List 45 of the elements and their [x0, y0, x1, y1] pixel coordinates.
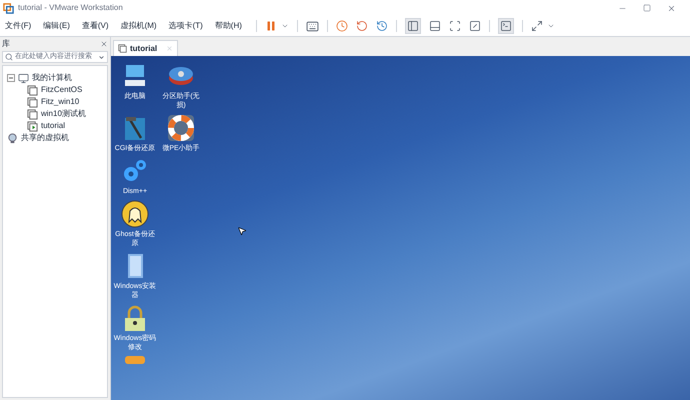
menu-item[interactable]: 帮助(H) [214, 20, 242, 32]
caret-icon[interactable] [546, 22, 555, 30]
search-icon [5, 53, 13, 61]
lifebuoy-icon [167, 114, 195, 142]
history-icon[interactable] [376, 20, 388, 32]
console-button[interactable] [498, 18, 514, 34]
vm-running-icon [27, 120, 38, 132]
close-icon[interactable] [100, 40, 108, 48]
tree-item[interactable]: 共享的虚拟机 [21, 132, 69, 144]
tree-item[interactable]: 我的计算机 [32, 72, 72, 84]
menu-item[interactable]: 虚拟机(M) [120, 20, 157, 32]
shared-vm-icon [7, 132, 18, 144]
stretch-icon[interactable] [530, 20, 543, 32]
vm-icon [27, 108, 38, 120]
fullscreen-icon[interactable] [448, 20, 461, 32]
tree-item[interactable]: Fitz_win10 [41, 96, 80, 108]
clock-icon[interactable] [336, 20, 348, 32]
ghost-icon [121, 200, 149, 228]
computer-icon [18, 72, 29, 84]
vm-icon [27, 84, 38, 96]
mouse-cursor-icon [237, 226, 247, 236]
menu-item[interactable]: 编辑(E) [43, 20, 70, 32]
close-icon[interactable] [667, 4, 676, 12]
vm-icon [118, 44, 127, 53]
vm-icon [27, 96, 38, 108]
app-logo-icon [3, 2, 14, 14]
tree-item[interactable]: tutorial [41, 120, 66, 132]
panel-title: 库 [2, 38, 10, 50]
tree-item[interactable]: win10测试机 [41, 108, 86, 120]
panel-icon[interactable] [428, 20, 441, 32]
caret-icon[interactable] [98, 54, 105, 60]
unity-icon[interactable] [468, 20, 481, 32]
menu-item[interactable]: 文件(F) [5, 20, 32, 32]
menu-item[interactable]: 查看(V) [82, 20, 109, 32]
tree-item[interactable]: FitzCentOS [41, 84, 82, 96]
revert-icon[interactable] [356, 20, 368, 32]
caret-icon[interactable] [280, 22, 289, 30]
menu-item[interactable]: 选项卡(T) [168, 20, 203, 32]
window-title: tutorial - VMware Workstation [18, 2, 123, 14]
expand-toggle[interactable] [7, 74, 15, 82]
maximize-icon[interactable] [643, 4, 651, 12]
tab[interactable]: tutorial [113, 40, 178, 56]
pause-icon[interactable] [264, 20, 277, 32]
sidebar-toggle-button[interactable] [404, 18, 421, 34]
keyboard-icon[interactable] [306, 20, 319, 32]
